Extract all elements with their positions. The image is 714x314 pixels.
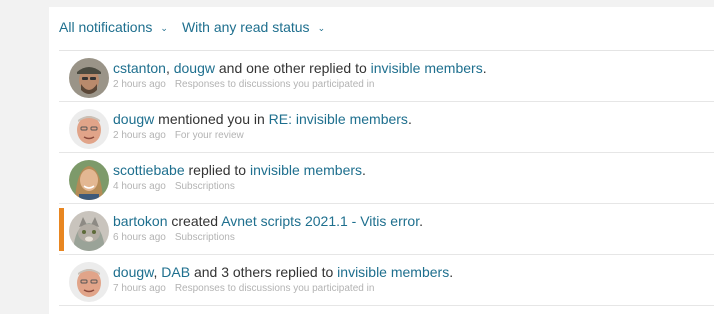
notification-source: Responses to discussions you participate… <box>174 79 375 90</box>
end-punctuation: . <box>407 111 412 127</box>
read-status-label: With any read status <box>181 19 310 35</box>
avatar-image <box>69 109 109 149</box>
notification-source: Subscriptions <box>174 181 235 192</box>
notification-text: cstanton, dougw and one other replied to… <box>113 60 487 76</box>
notification-item-unread[interactable]: bartokon created Avnet scripts 2021.1 - … <box>59 204 714 255</box>
actor-link[interactable]: bartokon <box>113 213 167 229</box>
actor-link[interactable]: DAB <box>161 264 190 280</box>
action-text: created <box>167 213 222 229</box>
filter-bar: All notifications ⌄ With any read status… <box>59 18 339 36</box>
notification-item[interactable]: scottiebabe replied to invisible members… <box>59 153 714 204</box>
notification-meta: 2 hours ago For your review <box>113 130 244 141</box>
notification-source: Subscriptions <box>174 232 235 243</box>
notification-item[interactable]: cstanton, dougw and one other replied to… <box>59 51 714 102</box>
action-text: and 3 others replied to <box>190 264 338 280</box>
action-text: replied to <box>184 162 250 178</box>
target-link[interactable]: Avnet scripts 2021.1 - Vitis error <box>221 213 419 229</box>
actor-link[interactable]: dougw <box>113 111 154 127</box>
notification-type-label: All notifications <box>59 19 153 35</box>
avatar-image <box>69 211 109 251</box>
avatar-bartokon[interactable] <box>69 211 109 251</box>
notification-text: dougw mentioned you in RE: invisible mem… <box>113 111 412 127</box>
notification-source: For your review <box>174 130 244 141</box>
timestamp: 2 hours ago <box>113 79 166 90</box>
action-text: mentioned you in <box>154 111 269 127</box>
notification-source: Responses to discussions you participate… <box>174 283 375 294</box>
notification-type-filter[interactable]: All notifications ⌄ <box>59 19 168 35</box>
notification-meta: 2 hours ago Responses to discussions you … <box>113 79 374 90</box>
avatar-dougw[interactable] <box>69 262 109 302</box>
avatar-dougw[interactable] <box>69 109 109 149</box>
action-text: and one other replied to <box>214 60 371 76</box>
target-link[interactable]: RE: invisible members <box>269 111 408 127</box>
chevron-down-icon: ⌄ <box>317 22 326 33</box>
actor-link[interactable]: scottiebabe <box>113 162 185 178</box>
actor-link[interactable]: dougw <box>113 264 153 280</box>
timestamp: 2 hours ago <box>113 130 166 141</box>
timestamp: 6 hours ago <box>113 232 166 243</box>
avatar-image <box>69 58 109 98</box>
unread-marker <box>59 208 64 251</box>
notification-item[interactable]: dougw, DAB and 3 others replied to invis… <box>59 255 714 306</box>
actor-separator: , <box>165 60 174 76</box>
end-punctuation: . <box>482 60 487 76</box>
end-punctuation: . <box>449 264 454 280</box>
notification-meta: 7 hours ago Responses to discussions you … <box>113 283 374 294</box>
target-link[interactable]: invisible members <box>250 162 362 178</box>
notification-meta: 4 hours ago Subscriptions <box>113 181 235 192</box>
notification-text: bartokon created Avnet scripts 2021.1 - … <box>113 213 423 229</box>
notification-list: cstanton, dougw and one other replied to… <box>59 50 714 306</box>
timestamp: 4 hours ago <box>113 181 166 192</box>
avatar-scottiebabe[interactable] <box>69 160 109 200</box>
notification-text: scottiebabe replied to invisible members… <box>113 162 366 178</box>
notification-text: dougw, DAB and 3 others replied to invis… <box>113 264 453 280</box>
end-punctuation: . <box>362 162 366 178</box>
notification-meta: 6 hours ago Subscriptions <box>113 232 235 243</box>
avatar-image <box>69 160 109 200</box>
target-link[interactable]: invisible members <box>337 264 449 280</box>
chevron-down-icon: ⌄ <box>160 22 168 33</box>
actor-link[interactable]: cstanton <box>113 60 166 76</box>
actor-link[interactable]: dougw <box>174 60 215 76</box>
end-punctuation: . <box>419 213 423 229</box>
timestamp: 7 hours ago <box>113 283 166 294</box>
notifications-panel: All notifications ⌄ With any read status… <box>49 7 714 314</box>
avatar-image <box>69 262 109 302</box>
notification-item[interactable]: dougw mentioned you in RE: invisible mem… <box>59 102 714 153</box>
avatar-cstanton[interactable] <box>69 58 109 98</box>
target-link[interactable]: invisible members <box>371 60 483 76</box>
read-status-filter[interactable]: With any read status ⌄ <box>182 19 325 35</box>
